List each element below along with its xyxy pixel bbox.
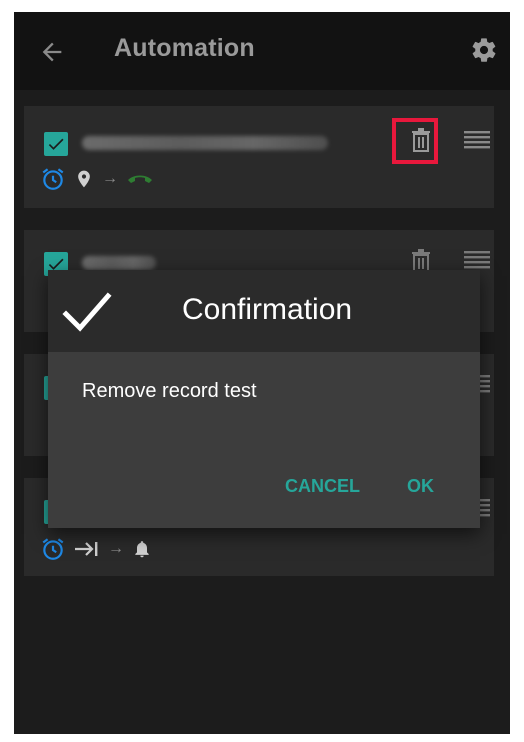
app-bar: Automation (14, 12, 510, 90)
dialog-title: Confirmation (182, 293, 353, 326)
arrow-left-icon[interactable] (38, 38, 66, 66)
drag-handle-icon[interactable] (464, 250, 490, 270)
rule-name-obscured (82, 136, 328, 150)
delete-highlight-box (392, 118, 438, 164)
checkmark-icon (62, 292, 112, 332)
cancel-button[interactable]: CANCEL (285, 476, 360, 497)
confirmation-dialog: Confirmation Remove record test CANCEL O… (48, 270, 480, 528)
alarm-icon (42, 168, 64, 190)
gear-icon[interactable] (470, 36, 498, 64)
rule-name-obscured (82, 256, 156, 270)
ok-button[interactable]: OK (407, 476, 434, 497)
phone-screen: Automation → → Confirmation Remove recor… (14, 12, 510, 734)
dialog-message: Remove record test (82, 380, 257, 402)
call-end-icon (128, 175, 152, 183)
drag-handle-icon[interactable] (464, 130, 490, 150)
alarm-icon (42, 538, 64, 560)
page-title: Automation (114, 34, 255, 62)
arrow-right-icon: → (102, 170, 118, 187)
location-pin-icon (78, 170, 90, 188)
bell-icon (135, 541, 149, 558)
enabled-checkbox[interactable] (44, 132, 68, 156)
arrow-right-icon: → (108, 540, 124, 557)
dialog-header: Confirmation (48, 270, 480, 352)
skip-next-icon (75, 542, 98, 556)
